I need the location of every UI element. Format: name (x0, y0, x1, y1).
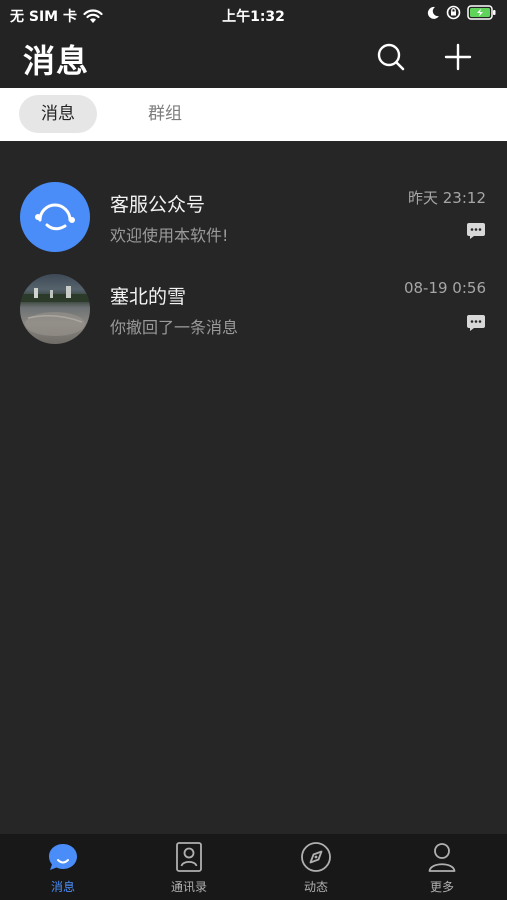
search-icon (377, 43, 405, 71)
conversation-name: 塞北的雪 (110, 286, 187, 308)
tab-messages[interactable]: 消息 (19, 95, 97, 133)
tabbar-item-more[interactable]: 更多 (379, 834, 505, 900)
compass-icon (301, 842, 331, 872)
photo-image (20, 286, 90, 336)
nav-header: 消息 (0, 30, 507, 88)
conversation-time: 昨天 23:12 (408, 189, 486, 207)
tabbar-item-messages[interactable]: 消息 (0, 834, 126, 900)
conversation-time: 08-19 0:56 (403, 279, 486, 297)
photo-avatar (20, 274, 90, 344)
bottom-tab-bar: 消息 通讯录 动态 更多 (0, 834, 507, 900)
rotation-lock-icon (446, 5, 461, 20)
conversation-name: 客服公众号 (110, 194, 206, 216)
conversation-row[interactable]: 客服公众号 欢迎使用本软件! 昨天 23:12 (0, 182, 507, 274)
tab-groups[interactable]: 群组 (126, 95, 204, 133)
status-bar: 无 SIM 卡 上午1:32 (0, 0, 507, 30)
conversation-row[interactable]: 塞北的雪 你撤回了一条消息 08-19 0:56 (0, 274, 507, 366)
search-button[interactable] (376, 42, 406, 72)
moon-icon (427, 6, 439, 19)
tabbar-item-contacts[interactable]: 通讯录 (126, 834, 252, 900)
message-bubble-icon (467, 223, 485, 239)
plus-icon (444, 43, 472, 71)
chat-bubble-icon (49, 844, 77, 870)
battery-charging-icon (467, 5, 496, 20)
conversation-preview: 欢迎使用本软件! (110, 226, 229, 245)
page-title: 消息 (23, 42, 90, 80)
headset-icon (35, 203, 75, 231)
add-button[interactable] (443, 42, 473, 72)
contacts-icon (176, 842, 202, 872)
message-bubble-icon (467, 315, 485, 331)
tabbar-label: 通讯录 (170, 880, 207, 894)
tabbar-label: 消息 (50, 880, 75, 894)
person-icon (428, 843, 456, 872)
tabbar-label: 动态 (303, 880, 328, 894)
status-right (426, 5, 497, 20)
tabbar-item-moments[interactable]: 动态 (253, 834, 379, 900)
tabbar-label: 更多 (429, 880, 454, 894)
segment-bar: 消息 群组 (0, 88, 507, 141)
conversation-preview: 你撤回了一条消息 (110, 318, 239, 337)
customer-service-avatar (20, 182, 90, 252)
